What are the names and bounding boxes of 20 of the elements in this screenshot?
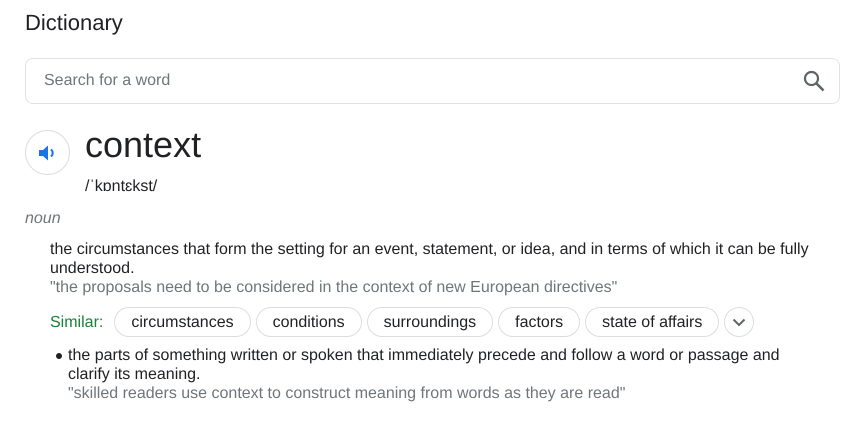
bullet-icon — [56, 353, 62, 359]
definition-text: the parts of something written or spoken that immediately precede and follow a word or passage and clarify its meaning. — [68, 346, 781, 384]
synonym-chip[interactable]: surroundings — [366, 307, 494, 337]
synonym-chip[interactable]: conditions — [256, 307, 362, 337]
headword: context — [85, 126, 202, 164]
definition-text: the circumstances that form the setting for an event, statement, or idea, and in terms of which it can be fully understood. — [50, 240, 810, 278]
synonym-chip[interactable]: factors — [498, 307, 580, 337]
part-of-speech: noun — [25, 210, 62, 228]
synonym-chip[interactable]: state of affairs — [585, 307, 720, 337]
chevron-down-icon — [732, 318, 746, 326]
similar-label: Similar: — [50, 312, 104, 332]
pronunciation-text: /ˈkɒntɛkst/ — [85, 178, 158, 196]
example-sentence: "the proposals need to be considered in the context of new European directives" — [50, 278, 618, 297]
search-icon[interactable] — [802, 69, 826, 93]
example-sentence: "skilled readers use context to construct meaning from words as they are read" — [68, 384, 626, 403]
pronounce-button[interactable] — [25, 130, 70, 175]
page-title: Dictionary — [25, 9, 124, 37]
search-field[interactable]: Search for a word — [25, 58, 840, 104]
synonym-chip[interactable]: circumstances — [114, 307, 251, 337]
expand-button[interactable] — [724, 307, 754, 337]
